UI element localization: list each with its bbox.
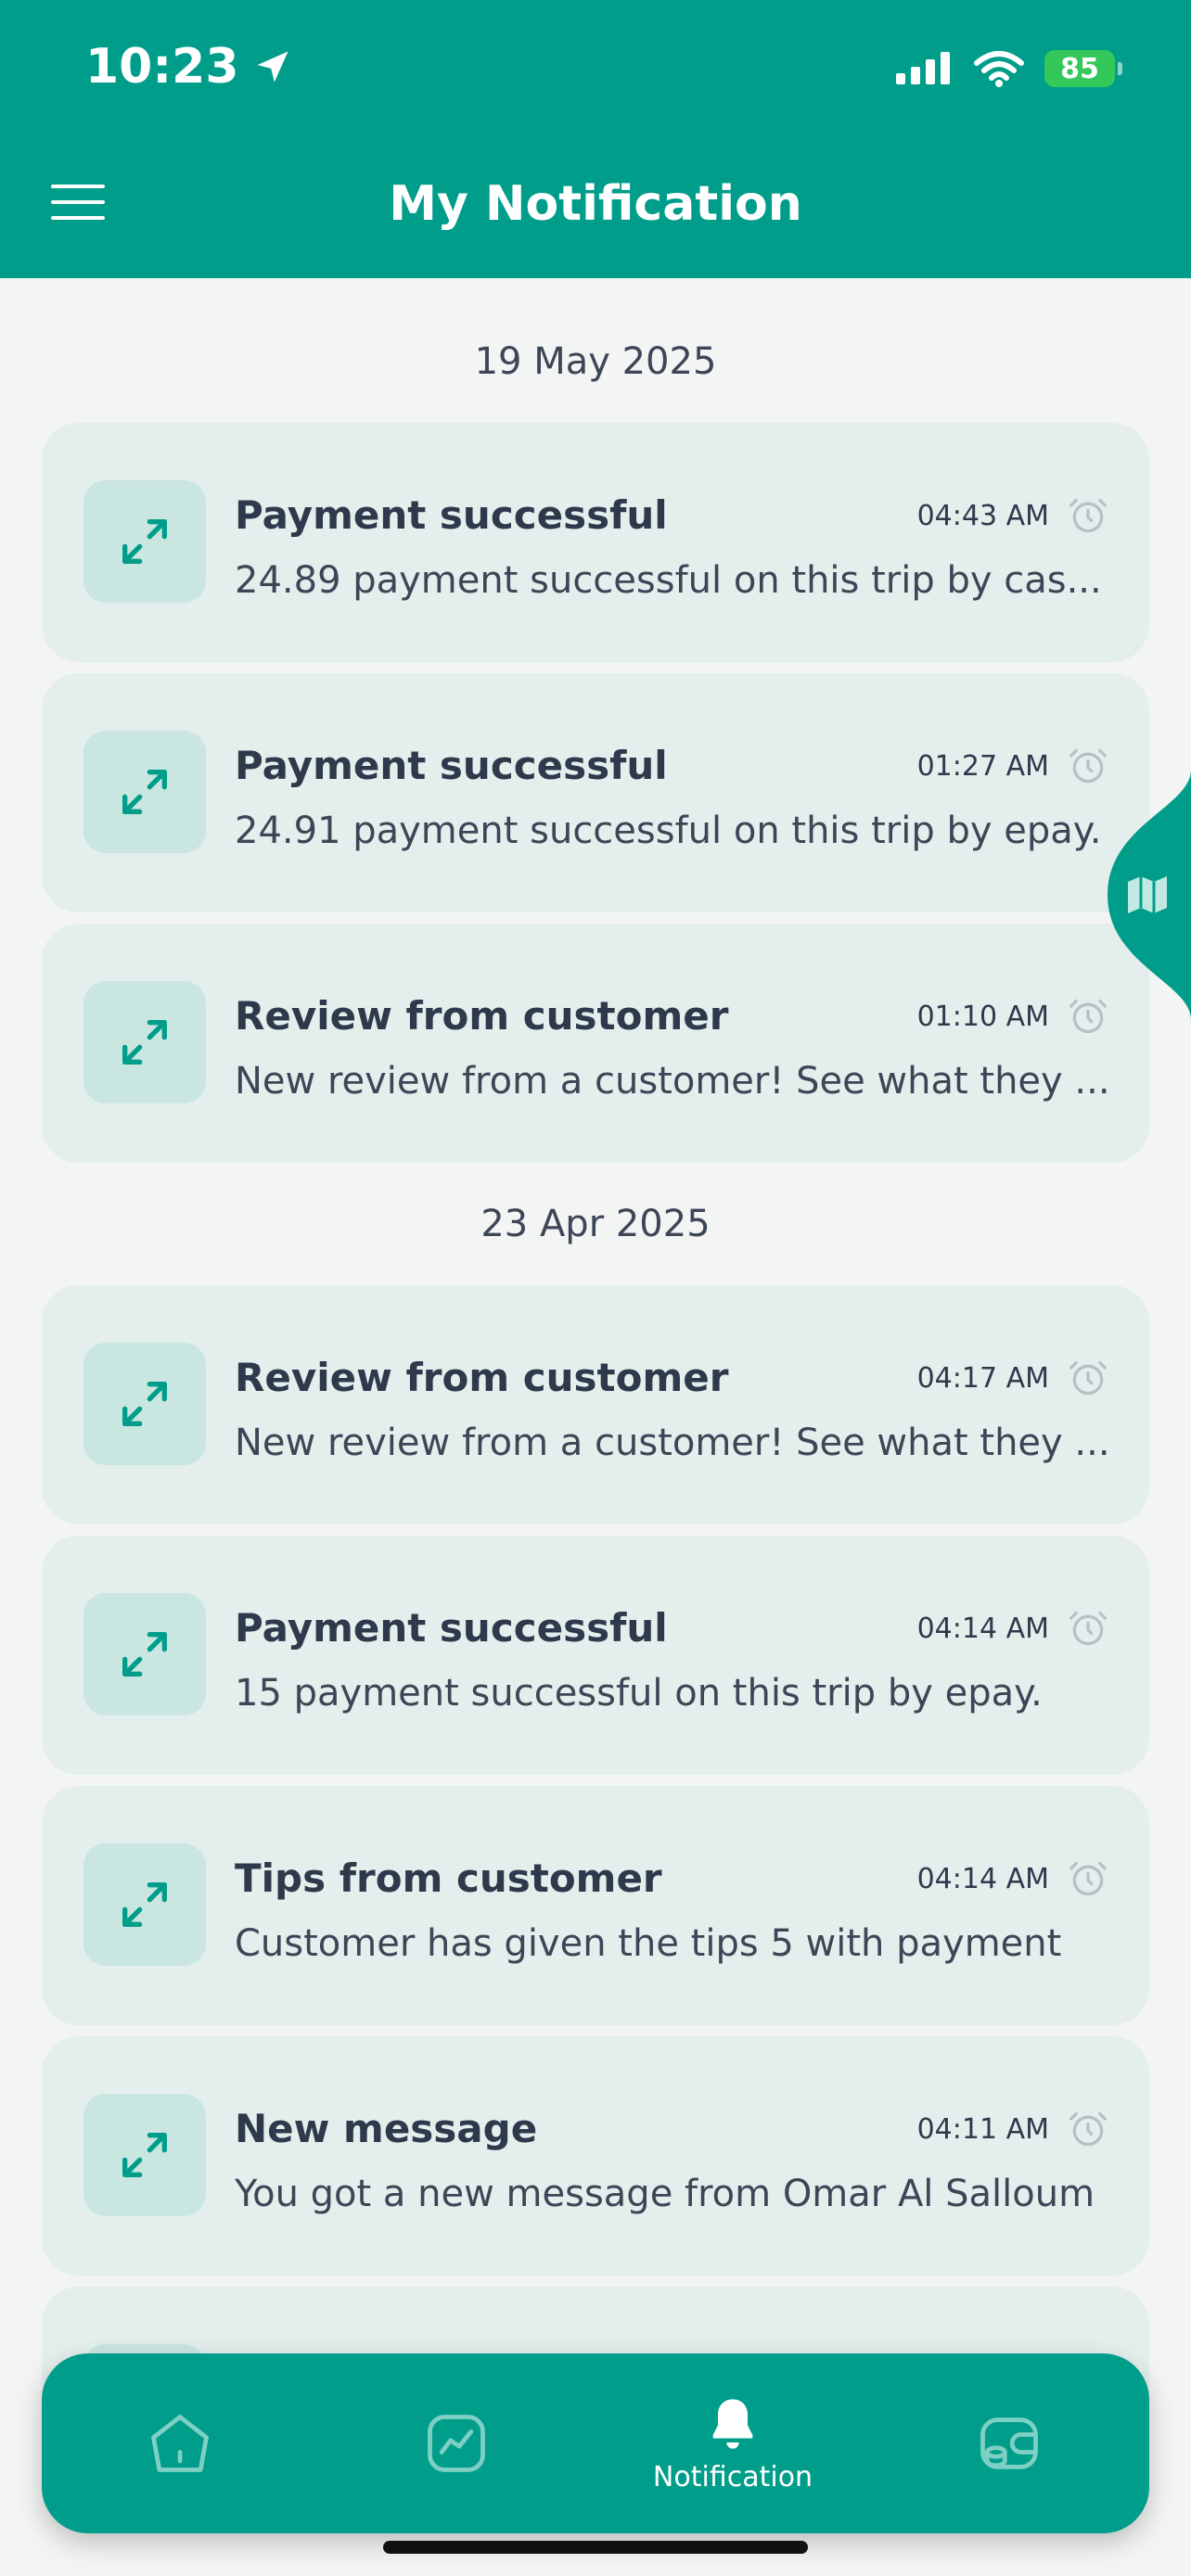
- notification-time: 04:14 AM: [916, 1863, 1049, 1895]
- nav-wallet[interactable]: [871, 2353, 1147, 2533]
- page-title: My Notification: [389, 176, 802, 232]
- notification-title: Payment successful: [235, 492, 668, 538]
- map-tab[interactable]: [1108, 770, 1191, 1020]
- notification-title: Tips from customer: [235, 1855, 662, 1901]
- alarm-clock-icon: [1069, 498, 1107, 533]
- notification-title: Review from customer: [235, 993, 729, 1039]
- status-time-text: 10:23: [85, 39, 239, 95]
- wallet-icon: [980, 2417, 1038, 2469]
- notification-message: Customer has given the tips 5 with payme…: [235, 1922, 1062, 1965]
- notification-title: Review from customer: [235, 1355, 729, 1400]
- notification-card[interactable]: Payment successful 01:27 AM 24.91 paymen…: [42, 673, 1149, 912]
- nav-stats[interactable]: [318, 2353, 595, 2533]
- alarm-clock-icon: [1069, 748, 1107, 784]
- status-time: 10:23: [85, 37, 293, 96]
- date-header: 19 May 2025: [474, 340, 717, 383]
- notification-card[interactable]: New message 04:11 AM You got a new messa…: [42, 2036, 1149, 2276]
- notification-time: 04:11 AM: [916, 2113, 1049, 2146]
- app-header: 10:23 85 My Notification: [0, 0, 1191, 278]
- home-indicator: [383, 2541, 808, 2554]
- alarm-clock-icon: [1069, 1861, 1107, 1896]
- notification-message: 24.91 payment successful on this trip by…: [235, 810, 1102, 852]
- cellular-signal-icon: [896, 52, 950, 84]
- notification-time: 04:14 AM: [916, 1613, 1049, 1645]
- notification-title: Payment successful: [235, 1605, 668, 1651]
- transfer-arrows-icon: [83, 981, 206, 1103]
- notification-card[interactable]: Review from customer 01:10 AM New review…: [42, 924, 1149, 1163]
- notification-time: 01:10 AM: [916, 1001, 1049, 1033]
- bottom-navigation: Notification: [42, 2353, 1149, 2533]
- map-icon: [1128, 876, 1167, 913]
- notification-message: You got a new message from Omar Al Sallo…: [235, 2173, 1095, 2215]
- notification-time: 01:27 AM: [916, 750, 1049, 783]
- transfer-arrows-icon: [83, 1343, 206, 1465]
- location-arrow-icon: [257, 51, 288, 83]
- nav-notification[interactable]: Notification: [595, 2353, 871, 2533]
- battery-level: 85: [1060, 52, 1099, 85]
- nav-label: Notification: [652, 2460, 813, 2493]
- chart-icon: [428, 2415, 485, 2472]
- alarm-clock-icon: [1069, 1360, 1107, 1396]
- alarm-clock-icon: [1069, 999, 1107, 1034]
- notification-card[interactable]: Tips from customer 04:14 AM Customer has…: [42, 1786, 1149, 2025]
- bell-icon: [712, 2398, 753, 2449]
- alarm-clock-icon: [1069, 2111, 1107, 2147]
- notification-time: 04:43 AM: [916, 500, 1049, 532]
- status-indicators: 85: [896, 41, 1122, 96]
- wifi-icon: [974, 51, 1024, 87]
- notification-time: 04:17 AM: [916, 1362, 1049, 1395]
- transfer-arrows-icon: [83, 1843, 206, 1966]
- transfer-arrows-icon: [83, 731, 206, 853]
- notification-card[interactable]: Review from customer 04:17 AM New review…: [42, 1285, 1149, 1524]
- alarm-clock-icon: [1069, 1611, 1107, 1646]
- notification-message: 24.89 payment successful on this trip by…: [235, 559, 1102, 602]
- transfer-arrows-icon: [83, 480, 206, 603]
- notification-message: New review from a customer! See what the…: [235, 1060, 1110, 1103]
- transfer-arrows-icon: [83, 2094, 206, 2216]
- notification-title: New message: [235, 2106, 538, 2151]
- battery-indicator: 85: [1044, 50, 1122, 87]
- nav-home[interactable]: [42, 2353, 318, 2533]
- notification-message: New review from a customer! See what the…: [235, 1422, 1110, 1464]
- notification-card[interactable]: Payment successful 04:14 AM 15 payment s…: [42, 1536, 1149, 1775]
- date-header: 23 Apr 2025: [480, 1203, 711, 1245]
- notification-message: 15 payment successful on this trip by ep…: [235, 1672, 1043, 1715]
- notification-card[interactable]: Payment successful 04:43 AM 24.89 paymen…: [42, 423, 1149, 662]
- notification-title: Payment successful: [235, 743, 668, 788]
- home-icon: [151, 2415, 209, 2472]
- transfer-arrows-icon: [83, 1593, 206, 1715]
